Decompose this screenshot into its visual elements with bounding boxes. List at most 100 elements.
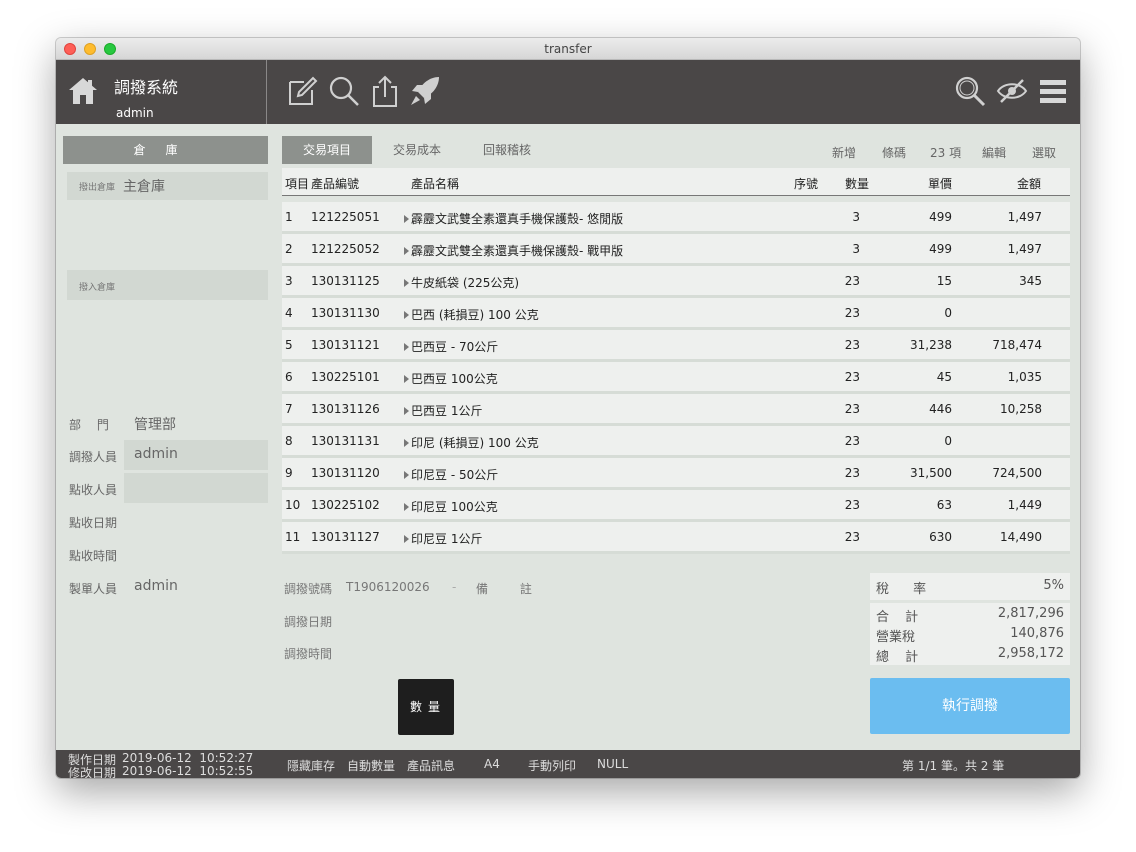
cell-qty: 23 [844,498,860,512]
status-bar: 製作日期 2019-06-12 10:52:27 修改日期 2019-06-12… [56,750,1080,778]
cell-qty: 23 [844,530,860,544]
edit-button[interactable]: 編輯 [982,144,1006,161]
in-warehouse-field[interactable]: 撥入倉庫 [67,270,268,300]
department-value: 管理部 [134,417,176,433]
cell-qty: 23 [844,466,860,480]
cell-amount: 1,449 [1007,498,1042,512]
table-row[interactable]: 3 130131125 牛皮紙袋 (225公克) 23 15 345 [282,266,1070,295]
table-row[interactable]: 10 130225102 印尼豆 100公克 23 63 1,449 [282,490,1070,519]
expand-triangle-icon[interactable] [404,279,409,287]
item-count: 23 項 [930,146,962,160]
creator-label: 製單人員 [69,582,118,596]
in-warehouse-label: 撥入倉庫 [79,283,116,293]
cell-price: 0 [944,306,952,320]
expand-triangle-icon[interactable] [404,247,409,255]
select-button[interactable]: 選取 [1032,144,1056,161]
status-null: NULL [597,757,629,771]
table-row[interactable]: 11 130131127 印尼豆 1公斤 23 630 14,490 [282,522,1070,551]
table-row[interactable]: 4 130131130 巴西 (耗損豆) 100 公克 23 0 [282,298,1070,327]
receiver-field[interactable] [124,473,268,503]
cell-qty: 23 [844,370,860,384]
cell-code: 130131126 [311,402,380,416]
expand-triangle-icon[interactable] [404,439,409,447]
rocket-icon[interactable] [408,74,442,108]
cell-price: 499 [929,210,952,224]
receiver-label: 點收人員 [69,483,118,497]
share-icon[interactable] [368,74,402,108]
cell-item: 11 [285,530,301,544]
cell-qty: 3 [852,242,860,256]
table-row[interactable]: 6 130225101 巴西豆 100公克 23 45 1,035 [282,362,1070,391]
quantity-button[interactable]: 數量 [398,679,454,735]
status-manual-print[interactable]: 手動列印 [528,757,576,774]
expand-triangle-icon[interactable] [404,471,409,479]
home-icon[interactable] [68,76,98,106]
execute-transfer-button[interactable]: 執行調撥 [870,678,1070,734]
total-value: 2,958,172 [997,646,1064,661]
table-row[interactable]: 7 130131126 巴西豆 1公斤 23 446 10,258 [282,394,1070,423]
cell-qty: 23 [844,338,860,352]
title-bar: transfer [56,38,1080,60]
brand-area: 調撥系統 admin [56,60,267,124]
cell-amount: 718,474 [992,338,1042,352]
cell-qty: 23 [844,402,860,416]
totals-box: 合 計 2,817,296 營業稅 140,876 總 計 2,958,172 [870,603,1070,665]
cell-item: 10 [285,498,301,512]
expand-triangle-icon[interactable] [404,215,409,223]
tax-rate-value: 5% [1043,578,1064,593]
transfer-date-label: 調撥日期 [284,615,333,629]
table-row[interactable]: 8 130131131 印尼 (耗損豆) 100 公克 23 0 [282,426,1070,455]
col-name: 產品名稱 [411,177,460,191]
cell-name: 巴西豆 100公克 [404,370,498,387]
created-value: 2019-06-12 10:52:27 [122,751,254,765]
cell-price: 630 [929,530,952,544]
menu-icon[interactable] [1036,74,1070,108]
table-row[interactable]: 1 121225051 霹靂文武雙全素還真手機保護殼- 悠閒版 3 499 1,… [282,202,1070,231]
expand-triangle-icon[interactable] [404,375,409,383]
number-separator: - [452,580,457,594]
expand-triangle-icon[interactable] [404,407,409,415]
transfer-number-value: T1906120026 [346,580,430,594]
table-body: 1 121225051 霹靂文武雙全素還真手機保護殼- 悠閒版 3 499 1,… [282,202,1070,554]
expand-triangle-icon[interactable] [404,503,409,511]
top-toolbar: 調撥系統 admin [56,60,1080,124]
barcode-button[interactable]: 條碼 [882,144,906,161]
cell-name: 巴西 (耗損豆) 100 公克 [404,306,539,323]
tab-transaction-items[interactable]: 交易項目 [282,136,372,164]
total-label: 總 計 [876,650,925,665]
add-button[interactable]: 新增 [832,144,856,161]
cell-code: 121225051 [311,210,380,224]
hide-icon[interactable] [995,74,1029,108]
status-hide-stock[interactable]: 隱藏庫存 [287,757,335,774]
cell-qty: 23 [844,274,860,288]
status-auto-quantity[interactable]: 自動數量 [347,757,395,774]
cell-price: 15 [936,274,952,288]
expand-triangle-icon[interactable] [404,535,409,543]
sidebar: 倉庫 撥出倉庫 主倉庫 撥入倉庫 部 門 管理部 調撥人員 admin 點收人員… [56,124,274,750]
col-price: 單價 [928,177,953,191]
cell-item: 5 [285,338,293,352]
receive-date-label: 點收日期 [69,516,118,530]
edit-icon[interactable] [286,74,320,108]
transfer-time-label: 調撥時間 [284,647,333,661]
cell-item: 2 [285,242,293,256]
tab-report-audit[interactable]: 回報稽核 [462,136,552,164]
creator-value: admin [134,578,178,594]
table-row[interactable]: 5 130131121 巴西豆 - 70公斤 23 31,238 718,474 [282,330,1070,359]
modified-label: 修改日期 [68,766,117,778]
search-icon[interactable] [953,74,987,108]
transferer-label: 調撥人員 [69,450,118,464]
table-row[interactable]: 2 121225052 霹靂文武雙全素還真手機保護殼- 戰甲版 3 499 1,… [282,234,1070,263]
status-paper-size[interactable]: A4 [484,757,500,771]
out-warehouse-field[interactable]: 撥出倉庫 主倉庫 [67,172,268,200]
status-product-info[interactable]: 產品訊息 [407,757,455,774]
cell-item: 6 [285,370,293,384]
tax-rate-label: 稅 率 [876,582,937,597]
expand-triangle-icon[interactable] [404,311,409,319]
cell-code: 130131131 [311,434,380,448]
table-row[interactable]: 9 130131120 印尼豆 - 50公斤 23 31,500 724,500 [282,458,1070,487]
cell-code: 130225102 [311,498,380,512]
tab-transaction-cost[interactable]: 交易成本 [372,136,462,164]
expand-triangle-icon[interactable] [404,343,409,351]
search-icon[interactable] [327,74,361,108]
